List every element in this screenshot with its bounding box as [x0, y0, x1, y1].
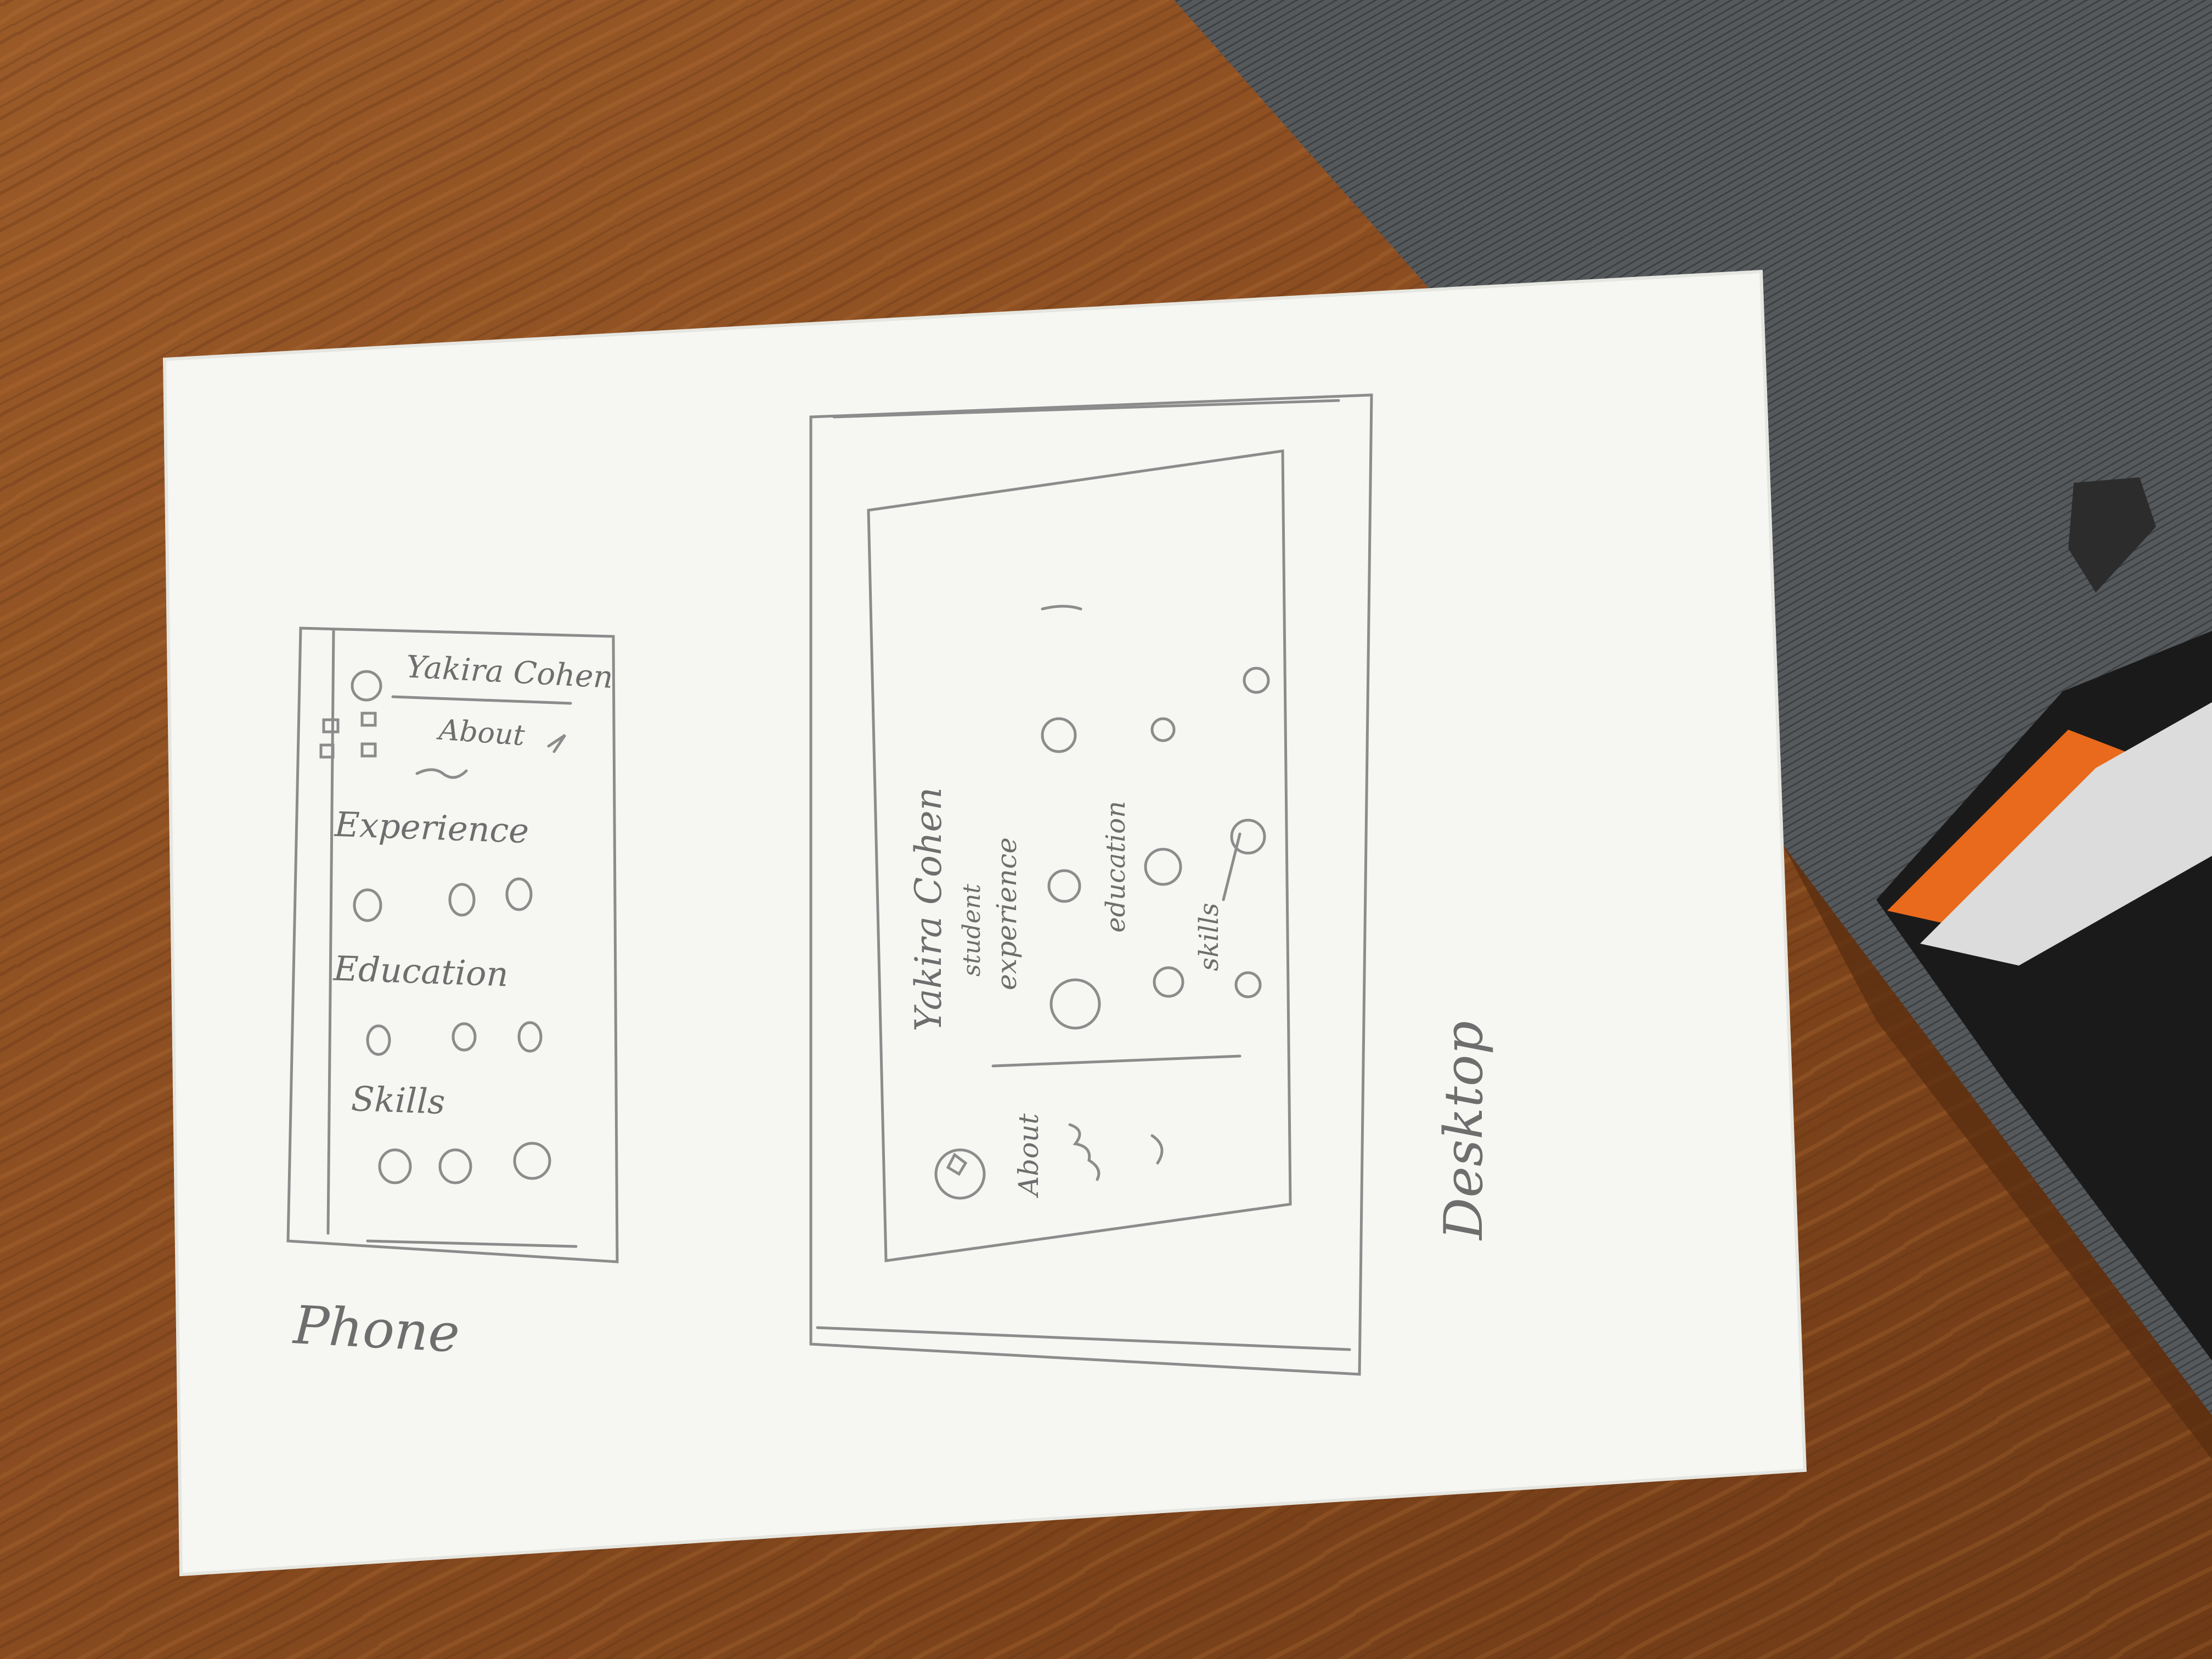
desktop-section-education: education [1101, 801, 1131, 933]
phone-section-education: Education [332, 948, 509, 995]
desktop-about-label: About [1013, 1113, 1045, 1196]
desktop-name: Yakira Cohen [907, 787, 950, 1031]
phone-section-skills: Skills [350, 1079, 446, 1122]
phone-caption: Phone [292, 1294, 461, 1364]
phone-about-label: About [438, 713, 526, 753]
photo-scene: Yakira Cohen About Experience Education … [0, 0, 2212, 1659]
phone-section-experience: Experience [334, 804, 530, 851]
desktop-section-experience: experience [991, 837, 1023, 990]
desktop-caption: Desktop [1433, 1020, 1494, 1240]
desktop-section-skills: skills [1194, 902, 1224, 971]
desktop-subtitle: student [958, 884, 986, 977]
